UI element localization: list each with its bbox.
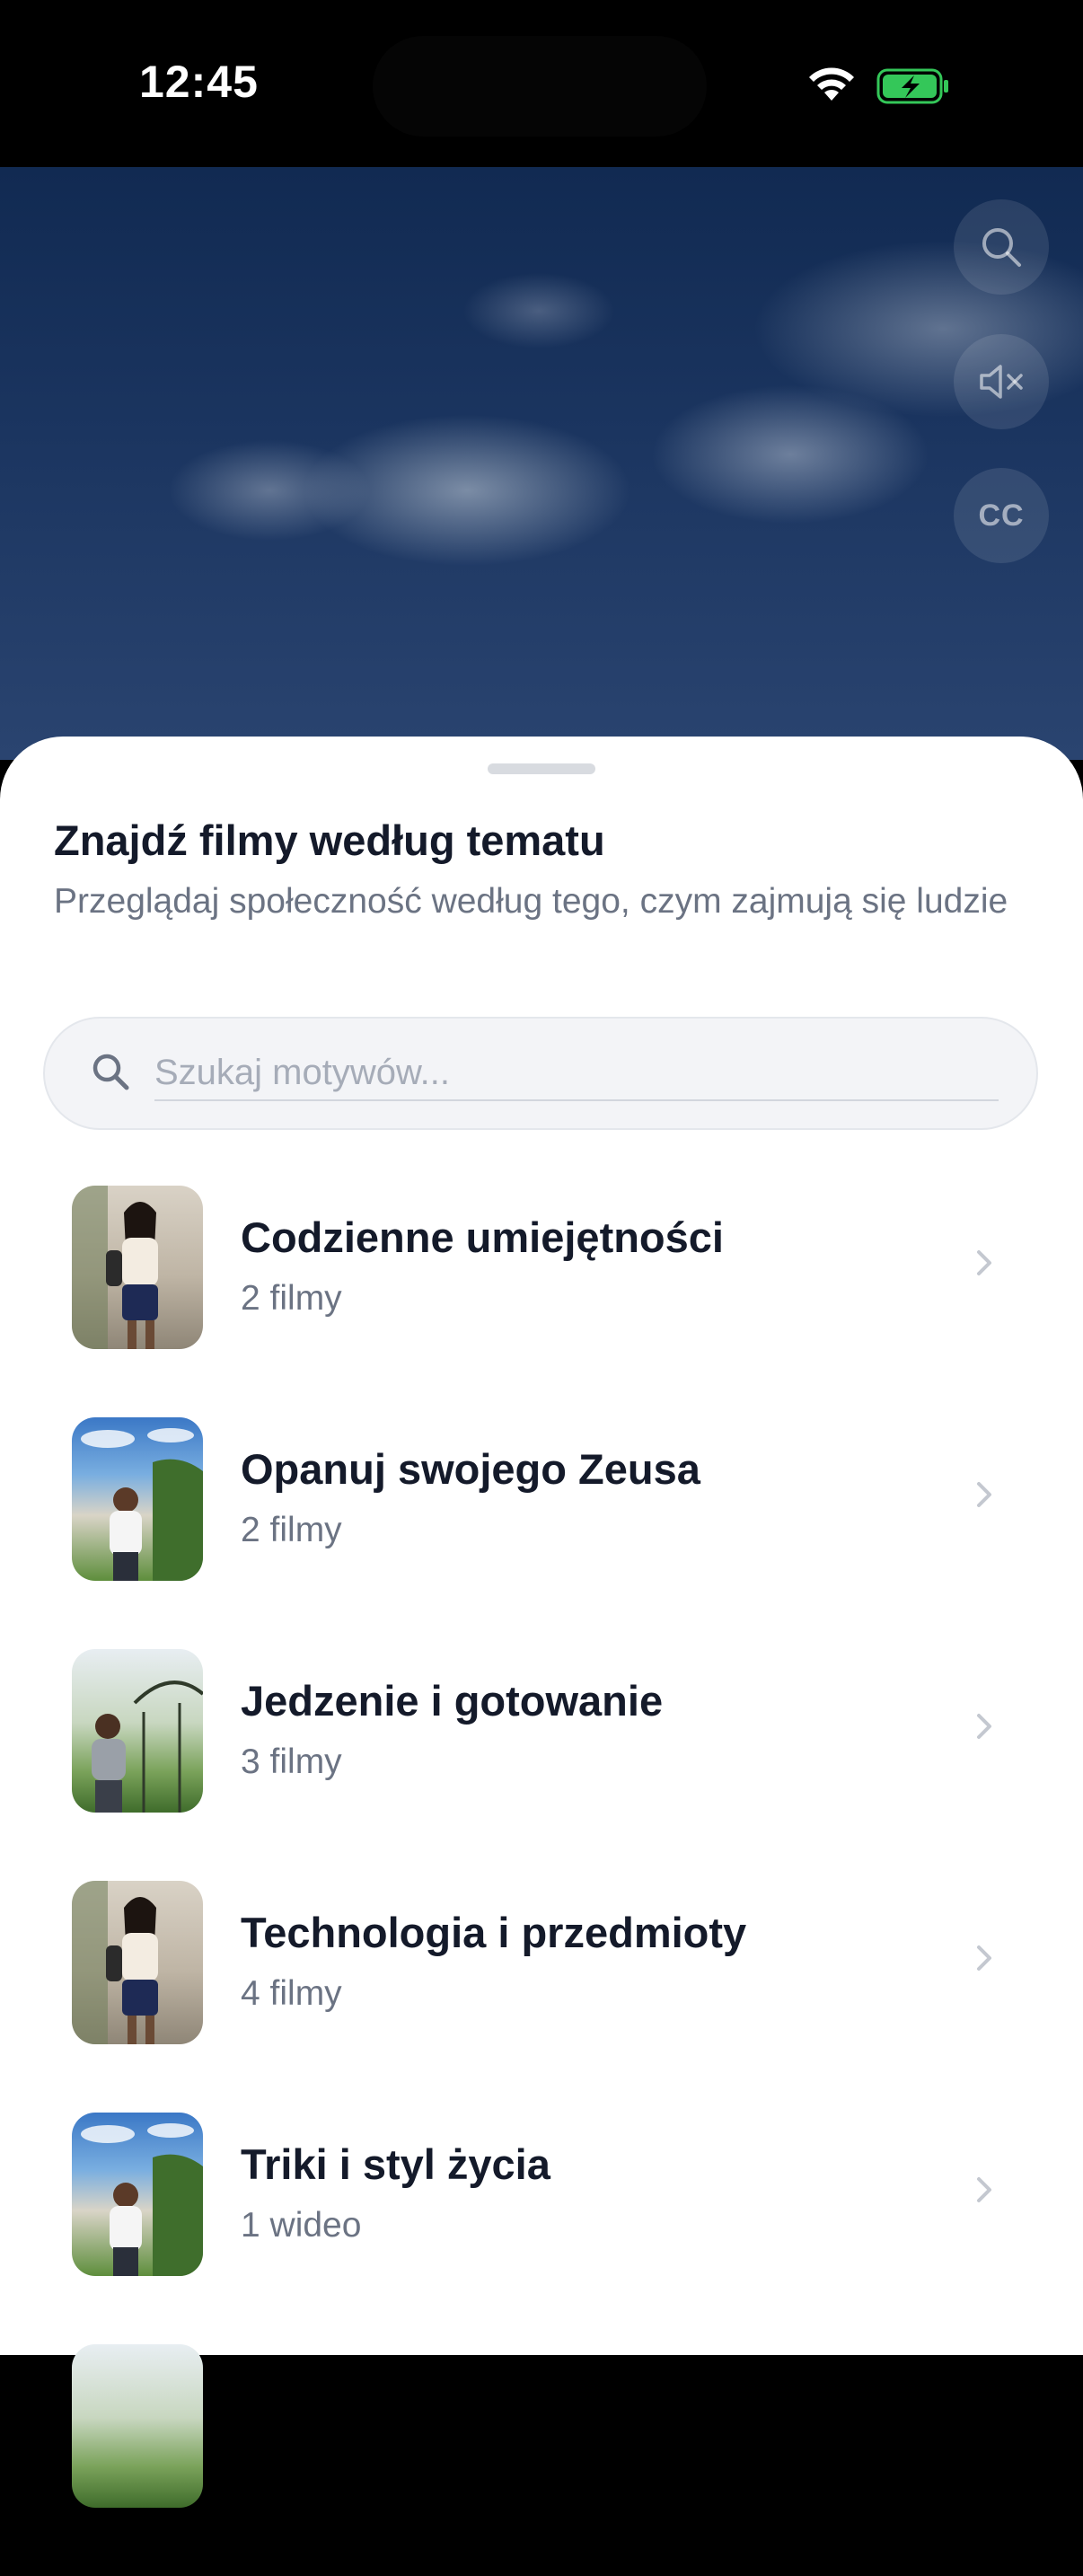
topic-video-count: 2 filmy bbox=[241, 1511, 342, 1549]
topic-video-count: 2 filmy bbox=[241, 1279, 342, 1318]
topic-search-bar[interactable] bbox=[43, 1017, 1038, 1130]
sheet-drag-handle[interactable] bbox=[488, 763, 595, 774]
topic-bottom-sheet: Znajdź filmy według tematu Przeglądaj sp… bbox=[0, 737, 1083, 2508]
topic-row-jedzenie-i-gotowanie[interactable]: Jedzenie i gotowanie 3 filmy bbox=[0, 1649, 1083, 1881]
topic-row-opanuj-swojego-zeusa[interactable]: Opanuj swojego Zeusa 2 filmy bbox=[0, 1417, 1083, 1649]
topic-title: Opanuj swojego Zeusa bbox=[241, 1445, 700, 1493]
search-button[interactable] bbox=[954, 199, 1049, 295]
chevron-right-icon bbox=[977, 1482, 991, 1507]
chevron-right-icon bbox=[977, 2177, 991, 2202]
topic-video-count: 3 filmy bbox=[241, 1742, 342, 1781]
topic-title: Jedzenie i gotowanie bbox=[241, 1677, 664, 1725]
sheet-subtitle: Przeglądaj społeczność według tego, czym… bbox=[54, 882, 1008, 921]
topic-title: Codzienne umiejętności bbox=[241, 1213, 724, 1261]
topic-row-triki-i-styl-zycia[interactable]: Triki i styl życia 1 wideo bbox=[0, 2113, 1083, 2344]
status-time: 12:45 bbox=[139, 57, 259, 107]
sheet-title: Znajdź filmy według tematu bbox=[54, 816, 605, 864]
topic-row-codzienne-umiejetnosci[interactable]: Codzienne umiejętności 2 filmy bbox=[0, 1186, 1083, 1417]
topic-video-count: 4 filmy bbox=[241, 1974, 342, 2013]
speaker-muted-icon bbox=[980, 365, 1023, 399]
topic-row-technologia-i-przedmioty[interactable]: Technologia i przedmioty 4 filmy bbox=[0, 1881, 1083, 2113]
topic-thumbnail bbox=[72, 1881, 203, 2044]
topic-title: Triki i styl życia bbox=[241, 2140, 550, 2188]
chevron-right-icon bbox=[977, 1714, 991, 1739]
topic-thumbnail bbox=[72, 2113, 203, 2276]
topic-video-count: 1 wideo bbox=[241, 2206, 362, 2245]
dynamic-island bbox=[373, 36, 707, 137]
topic-row-partial[interactable] bbox=[0, 2344, 1083, 2576]
topic-thumbnail bbox=[72, 1417, 203, 1581]
status-bar: 12:45 bbox=[0, 0, 1083, 167]
mute-button[interactable] bbox=[954, 334, 1049, 429]
topic-thumbnail bbox=[72, 1186, 203, 1349]
topic-search-input[interactable] bbox=[154, 1045, 999, 1101]
chevron-right-icon bbox=[977, 1250, 991, 1275]
search-icon bbox=[92, 1054, 129, 1090]
chevron-right-icon bbox=[977, 1945, 991, 1971]
captions-button[interactable]: CC bbox=[954, 468, 1049, 563]
battery-charging-icon bbox=[876, 68, 948, 104]
topic-thumbnail bbox=[72, 1649, 203, 1813]
video-player[interactable]: CC bbox=[0, 167, 1083, 760]
topic-title: Technologia i przedmioty bbox=[241, 1909, 747, 1956]
wifi-icon bbox=[809, 67, 854, 101]
search-icon bbox=[982, 228, 1021, 267]
topic-thumbnail bbox=[72, 2344, 203, 2508]
